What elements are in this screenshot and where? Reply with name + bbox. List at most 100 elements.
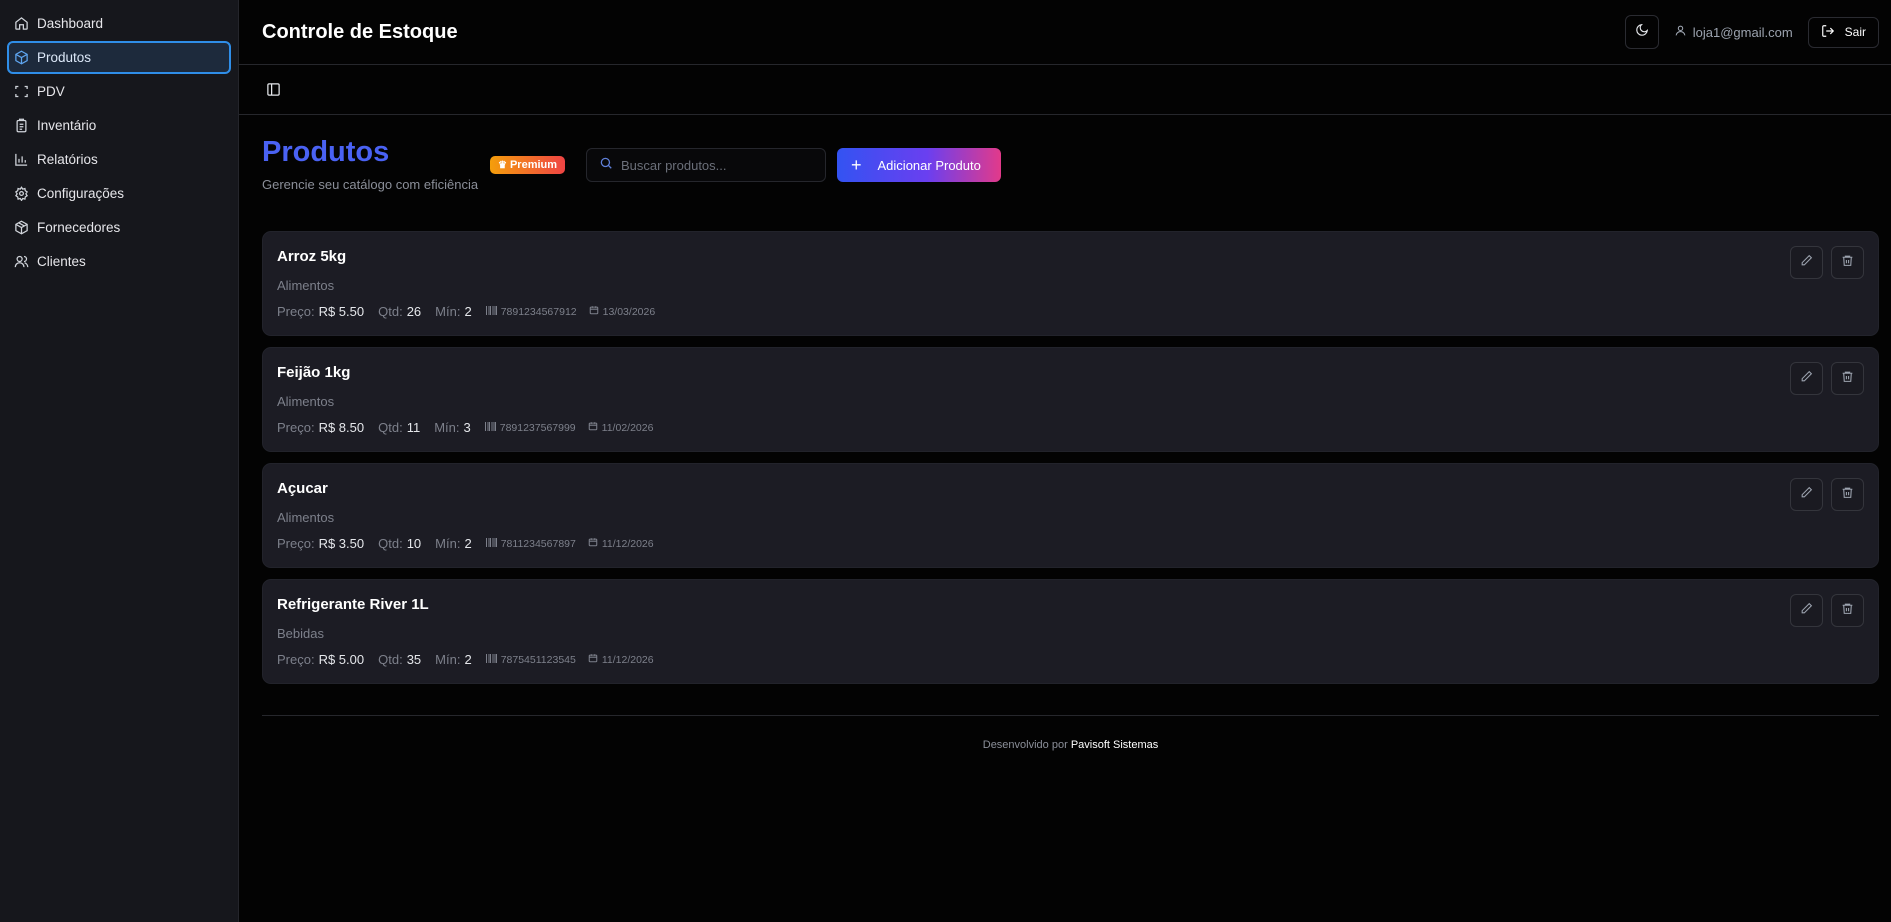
package-icon [14, 50, 29, 65]
product-price: R$ 5.50 [318, 304, 365, 319]
sidebar-item-clientes[interactable]: Clientes [7, 245, 231, 278]
top-header: Controle de Estoque loja1@gmail.com Sair [239, 0, 1891, 65]
product-card: Feijão 1kg Alimentos Preço: R$ 8.50 Qtd:… [262, 347, 1879, 452]
barcode-icon [485, 305, 501, 318]
min-label: Mín: [434, 420, 460, 435]
price-label: Preço: [277, 420, 315, 435]
logout-button[interactable]: Sair [1807, 16, 1879, 48]
qty-label: Qtd: [378, 652, 403, 667]
product-card: Açucar Alimentos Preço: R$ 3.50 Qtd: 10 … [262, 463, 1879, 568]
date-value: 13/03/2026 [602, 305, 656, 318]
footer-brand: Pavisoft Sistemas [1070, 739, 1159, 751]
search-icon [599, 156, 613, 175]
sidebar-item-pdv[interactable]: PDV [7, 75, 231, 108]
product-qty: 10 [406, 536, 422, 551]
product-price: R$ 8.50 [318, 420, 365, 435]
product-date: 11/12/2026 [588, 653, 654, 666]
edit-button[interactable] [1790, 478, 1823, 511]
plus-icon: + [851, 155, 862, 175]
barcode-value: 7875451123545 [500, 653, 576, 666]
delete-button[interactable] [1831, 478, 1864, 511]
sidebar-item-configuracoes[interactable]: Configurações [7, 177, 231, 210]
barcode-value: 7811234567897 [500, 537, 576, 550]
product-date: 11/12/2026 [588, 537, 654, 550]
sidebar-item-label: Relatórios [37, 152, 98, 167]
footer: Desenvolvido por Pavisoft Sistemas [262, 739, 1879, 751]
delete-button[interactable] [1831, 246, 1864, 279]
product-category: Alimentos [277, 510, 335, 525]
box-icon [14, 220, 29, 235]
page-subtitle: Gerencie seu catálogo com eficiência [262, 177, 479, 192]
price-label: Preço: [277, 304, 315, 319]
pencil-icon [1800, 370, 1813, 388]
product-barcode: 7891234567912 [485, 305, 577, 318]
calendar-icon [588, 537, 602, 550]
product-min: 3 [463, 420, 471, 435]
trash-icon [1841, 370, 1854, 388]
min-label: Mín: [435, 652, 461, 667]
sidebar-item-produtos[interactable]: Produtos [7, 41, 231, 74]
search-box[interactable] [586, 148, 826, 182]
min-label: Mín: [435, 304, 461, 319]
add-product-label: Adicionar Produto [877, 157, 981, 173]
calendar-icon [588, 421, 602, 434]
trash-icon [1841, 486, 1854, 504]
edit-button[interactable] [1790, 362, 1823, 395]
sidebar-item-label: Dashboard [37, 16, 104, 31]
premium-badge: ♛ Premium [490, 156, 566, 174]
premium-label: Premium [509, 159, 558, 171]
footer-divider [262, 715, 1879, 716]
product-name: Feijão 1kg [277, 364, 351, 381]
search-input[interactable] [621, 157, 811, 173]
qty-label: Qtd: [378, 536, 403, 551]
qty-label: Qtd: [378, 304, 403, 319]
product-min: 2 [464, 304, 472, 319]
pencil-icon [1800, 254, 1813, 272]
user-email: loja1@gmail.com [1692, 24, 1793, 40]
product-meta: Preço: R$ 8.50 Qtd: 11 Mín: 3 7891237567… [277, 420, 665, 435]
product-price: R$ 5.00 [318, 652, 365, 667]
product-meta: Preço: R$ 3.50 Qtd: 10 Mín: 2 7811234567… [277, 536, 666, 551]
product-list: Arroz 5kg Alimentos Preço: R$ 5.50 Qtd: … [262, 231, 1879, 695]
date-value: 11/12/2026 [601, 653, 654, 666]
sidebar-item-label: PDV [37, 84, 65, 99]
sidebar-item-inventario[interactable]: Inventário [7, 109, 231, 142]
product-price: R$ 3.50 [318, 536, 365, 551]
sidebar-toggle-button[interactable] [266, 82, 282, 98]
edit-button[interactable] [1790, 246, 1823, 279]
gear-icon [14, 186, 29, 201]
crown-icon: ♛ [498, 159, 507, 171]
sidebar-item-label: Inventário [37, 118, 97, 133]
barcode-icon [485, 653, 501, 666]
product-date: 13/03/2026 [589, 305, 656, 318]
product-min: 2 [464, 536, 472, 551]
trash-icon [1841, 254, 1854, 272]
clipboard-icon [14, 118, 29, 133]
footer-prefix: Desenvolvido por [982, 739, 1068, 751]
product-barcode: 7811234567897 [485, 537, 576, 550]
product-qty: 35 [406, 652, 422, 667]
sidebar-item-label: Produtos [37, 50, 92, 65]
price-label: Preço: [277, 536, 315, 551]
product-min: 2 [464, 652, 472, 667]
user-icon [1674, 24, 1693, 40]
add-product-button[interactable]: + Adicionar Produto [837, 148, 1001, 182]
theme-toggle-button[interactable] [1624, 15, 1659, 49]
product-name: Arroz 5kg [277, 248, 347, 265]
pencil-icon [1800, 486, 1813, 504]
price-label: Preço: [277, 652, 315, 667]
delete-button[interactable] [1831, 362, 1864, 395]
delete-button[interactable] [1831, 594, 1864, 627]
product-meta: Preço: R$ 5.00 Qtd: 35 Mín: 2 7875451123… [277, 652, 666, 667]
user-info: loja1@gmail.com [1674, 24, 1793, 40]
logout-label: Sair [1844, 25, 1866, 39]
sidebar-item-dashboard[interactable]: Dashboard [7, 7, 231, 40]
edit-button[interactable] [1790, 594, 1823, 627]
barcode-value: 7891237567999 [499, 421, 576, 434]
sidebar-item-label: Fornecedores [37, 220, 121, 235]
sidebar-item-relatorios[interactable]: Relatórios [7, 143, 231, 176]
sidebar-item-fornecedores[interactable]: Fornecedores [7, 211, 231, 244]
scan-icon [14, 84, 29, 99]
product-qty: 11 [406, 420, 421, 435]
calendar-icon [589, 305, 603, 318]
